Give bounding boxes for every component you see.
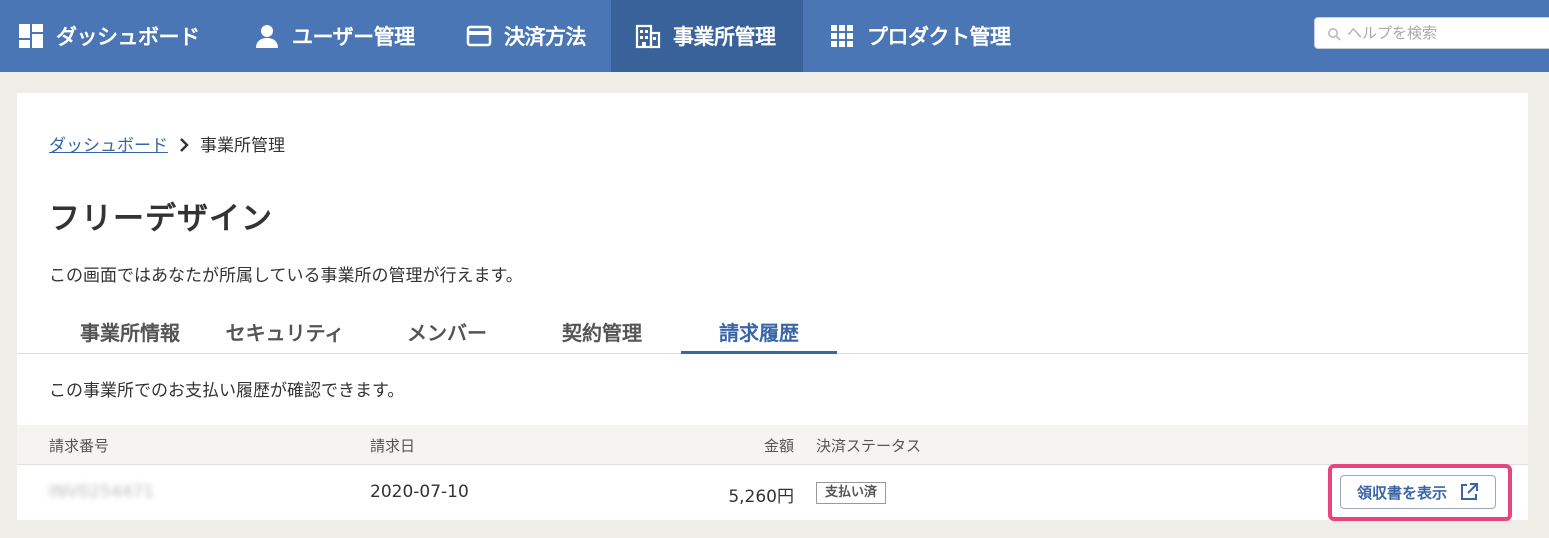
credit-card-icon bbox=[466, 23, 492, 49]
help-search-input[interactable] bbox=[1347, 24, 1537, 42]
tab-office-info[interactable]: 事業所情報 bbox=[65, 315, 195, 354]
nav-item-products[interactable]: プロダクト管理 bbox=[803, 0, 1043, 72]
view-receipt-button[interactable]: 領収書を表示 bbox=[1340, 475, 1496, 509]
nav-item-office[interactable]: 事業所管理 bbox=[611, 0, 803, 72]
chevron-right-icon bbox=[178, 137, 190, 152]
tab-members[interactable]: メンバー bbox=[387, 315, 507, 354]
page-description: この画面ではあなたが所属している事業所の管理が行えます。 bbox=[49, 266, 523, 286]
top-navigation: ダッシュボード ユーザー管理 決済方法 事業所管理 プロダクト管理 bbox=[0, 0, 1549, 72]
nav-item-label: ユーザー管理 bbox=[292, 25, 415, 49]
nav-item-label: プロダクト管理 bbox=[867, 25, 1011, 49]
table-header: 請求番号 請求日 金額 決済ステータス bbox=[17, 425, 1528, 465]
tab-billing-history[interactable]: 請求履歴 bbox=[681, 315, 837, 354]
breadcrumb-current: 事業所管理 bbox=[200, 136, 285, 156]
column-header-status: 決済ステータス bbox=[816, 437, 922, 455]
nav-item-label: 事業所管理 bbox=[673, 25, 776, 49]
column-header-amount: 金額 bbox=[763, 437, 794, 455]
dashboard-icon bbox=[18, 23, 44, 49]
view-receipt-label: 領収書を表示 bbox=[1356, 483, 1447, 502]
breadcrumb-link-dashboard[interactable]: ダッシュボード bbox=[49, 131, 168, 156]
breadcrumb: ダッシュボード 事業所管理 bbox=[49, 131, 285, 156]
tab-contract[interactable]: 契約管理 bbox=[537, 315, 667, 354]
main-card: ダッシュボード 事業所管理 フリーデザイン この画面ではあなたが所属している事業… bbox=[17, 93, 1528, 521]
nav-item-label: 決済方法 bbox=[504, 25, 587, 49]
nav-item-users[interactable]: ユーザー管理 bbox=[228, 0, 448, 72]
external-link-icon bbox=[1459, 482, 1479, 502]
column-header-number: 請求番号 bbox=[49, 437, 110, 455]
tab-bar: 事業所情報 セキュリティ メンバー 契約管理 請求履歴 bbox=[17, 315, 1528, 354]
invoice-number: INV0254471 bbox=[49, 482, 155, 502]
column-header-date: 請求日 bbox=[370, 437, 416, 455]
help-search-box[interactable] bbox=[1314, 17, 1549, 49]
billing-description: この事業所でのお支払い履歴が確認できます。 bbox=[49, 381, 405, 401]
building-icon bbox=[635, 23, 661, 49]
invoice-date: 2020-07-10 bbox=[370, 482, 469, 502]
status-badge: 支払い済 bbox=[816, 482, 887, 504]
grid-icon bbox=[829, 23, 855, 49]
nav-item-dashboard[interactable]: ダッシュボード bbox=[0, 0, 228, 72]
invoice-amount: 5,260円 bbox=[728, 487, 794, 507]
nav-item-label: ダッシュボード bbox=[56, 25, 200, 49]
nav-item-payment[interactable]: 決済方法 bbox=[448, 0, 611, 72]
table-row: INV0254471 2020-07-10 5,260円 支払い済 bbox=[17, 466, 1528, 520]
user-icon bbox=[254, 23, 280, 49]
search-icon bbox=[1327, 26, 1341, 41]
tab-security[interactable]: セキュリティ bbox=[213, 315, 357, 354]
page-title: フリーデザイン bbox=[49, 201, 273, 237]
